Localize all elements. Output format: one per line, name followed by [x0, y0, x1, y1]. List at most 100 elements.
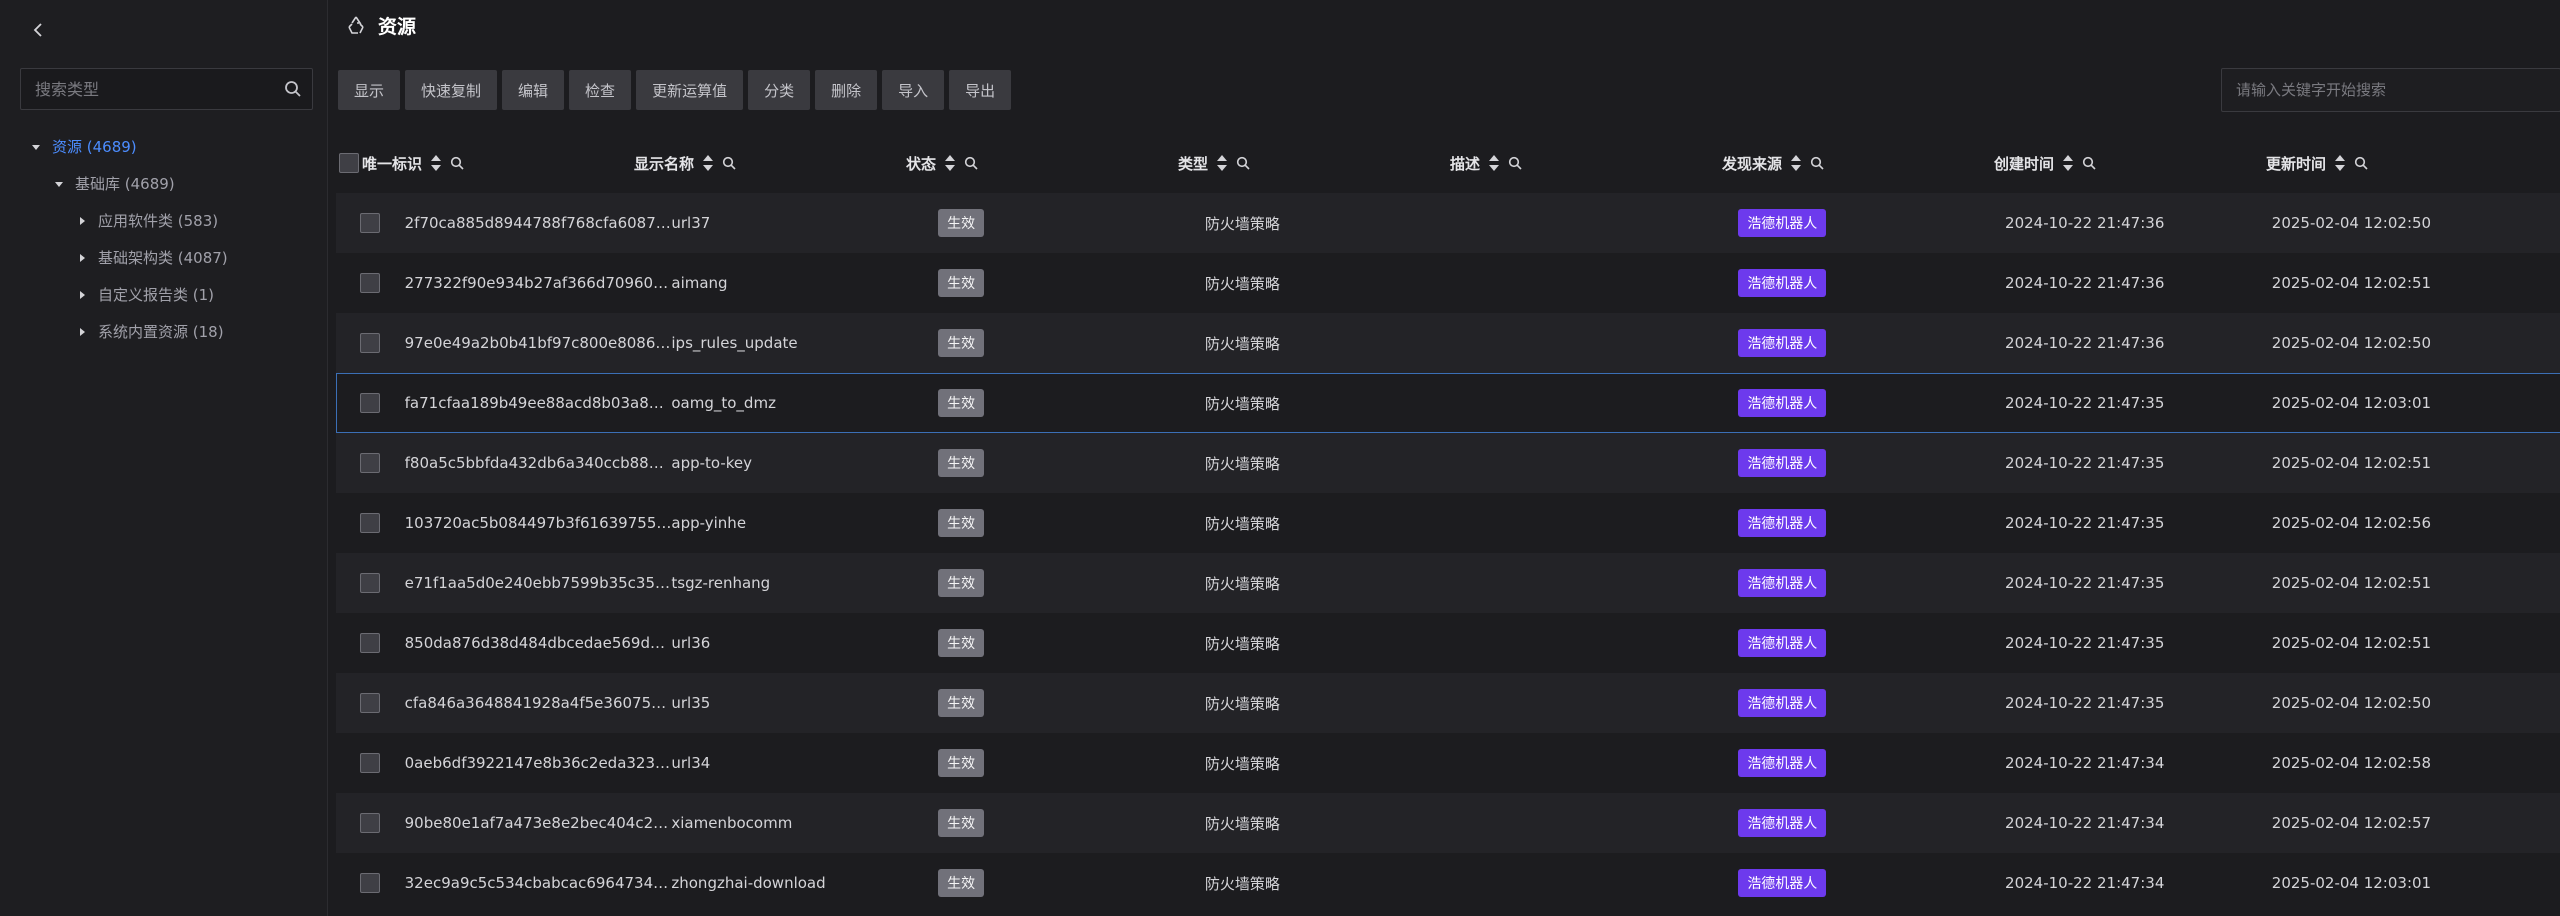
row-checkbox[interactable]	[360, 753, 381, 773]
row-checkbox[interactable]	[360, 693, 381, 713]
table-cell-name: url36	[671, 634, 711, 652]
caret-down-icon[interactable]	[28, 139, 44, 155]
sort-icon[interactable]	[702, 154, 714, 172]
search-icon[interactable]	[722, 156, 736, 170]
tree-node-label: 系统内置资源 (18)	[98, 323, 224, 341]
table-row[interactable]: 0aeb6df3922147e8b36c2eda32345… url34 生效 防火墙…	[336, 733, 2560, 793]
search-icon[interactable]	[1236, 156, 1250, 170]
type-search-input[interactable]	[21, 79, 274, 99]
toolbar-button[interactable]: 快速复制	[405, 70, 498, 110]
back-button[interactable]	[28, 20, 48, 40]
row-checkbox[interactable]	[360, 393, 381, 413]
row-checkbox-cell	[336, 573, 405, 593]
row-checkbox[interactable]	[360, 813, 381, 833]
table-cell-name: xiamenbocomm	[671, 814, 793, 832]
table-row[interactable]: 277322f90e934b27af366d7096063… aimang 生效 防火…	[336, 253, 2560, 313]
table-cell-id: 277322f90e934b27af366d7096063…	[404, 274, 672, 292]
tree-node[interactable]: 基础架构类 (4087)	[0, 239, 327, 276]
table-cell-type: 防火墙策略	[1204, 874, 1280, 893]
caret-down-icon[interactable]	[51, 176, 67, 192]
toolbar-button[interactable]: 分类	[748, 70, 811, 110]
table-row[interactable]: 850da876d38d484dbcedae569dee… url36 生效 防火墙策…	[336, 613, 2560, 673]
sort-icon[interactable]	[2334, 154, 2346, 172]
sort-icon[interactable]	[1216, 154, 1228, 172]
status-badge: 生效	[938, 449, 985, 477]
table-row[interactable]: 32ec9a9c5c534cbabcac69647348a… zhongzhai-…	[336, 853, 2560, 913]
row-checkbox[interactable]	[360, 873, 381, 893]
row-checkbox-cell	[336, 873, 405, 893]
table-row[interactable]: 2f70ca885d8944788f768cfa608793ed url37 生效 防…	[336, 193, 2560, 253]
caret-right-icon[interactable]	[74, 324, 90, 340]
column-header-label: 状态	[906, 154, 937, 173]
tree-node-label: 自定义报告类 (1)	[98, 286, 215, 304]
row-checkbox[interactable]	[360, 633, 381, 653]
toolbar-button[interactable]: 更新运算值	[636, 70, 744, 110]
tree-node[interactable]: 基础库 (4689)	[0, 165, 327, 202]
search-icon[interactable]	[2082, 156, 2096, 170]
table-cell-status: 生效	[938, 869, 1205, 897]
search-icon[interactable]	[450, 156, 464, 170]
table-cell-created: 2024-10-22 21:47:34	[2005, 814, 2165, 832]
search-icon[interactable]	[1810, 156, 1824, 170]
row-checkbox[interactable]	[360, 333, 381, 353]
table-cell-type: 防火墙策略	[1204, 814, 1280, 833]
table-cell-source: 浩德机器人	[1738, 509, 2005, 537]
row-checkbox-cell	[336, 633, 405, 653]
caret-right-icon[interactable]	[74, 213, 90, 229]
select-all-checkbox[interactable]	[339, 153, 359, 173]
search-icon[interactable]	[964, 156, 978, 170]
table-cell-type: 防火墙策略	[1204, 454, 1280, 473]
row-checkbox[interactable]	[360, 573, 381, 593]
table-cell-updated: 2025-02-04 12:03:01	[2271, 394, 2432, 412]
search-icon[interactable]	[2354, 156, 2368, 170]
toolbar-button[interactable]: 导出	[949, 70, 1012, 110]
row-checkbox[interactable]	[360, 273, 381, 293]
table-cell-status: 生效	[938, 629, 1205, 657]
table-row[interactable]: e71f1aa5d0e240ebb7599b35c35d0… tsgz-renha…	[336, 553, 2560, 613]
row-checkbox[interactable]	[360, 513, 381, 533]
sort-icon[interactable]	[1488, 154, 1500, 172]
search-icon[interactable]	[1508, 156, 1522, 170]
tree-node[interactable]: 自定义报告类 (1)	[0, 276, 327, 313]
tree-node-label: 资源 (4689)	[52, 138, 137, 156]
caret-right-icon[interactable]	[74, 287, 90, 303]
sidebar: 资源 (4689) 基础库 (4689) 应用软件类 (583) 基础架构类 (408…	[0, 0, 328, 916]
table-row[interactable]: cfa846a3648841928a4f5e3607527… url35 生效 防火墙…	[336, 673, 2560, 733]
table-cell-created: 2024-10-22 21:47:36	[2005, 214, 2165, 232]
sort-icon[interactable]	[430, 154, 442, 172]
sort-icon[interactable]	[2062, 154, 2074, 172]
toolbar-button[interactable]: 检查	[569, 70, 632, 110]
status-badge: 生效	[938, 809, 985, 837]
table-row[interactable]: 103720ac5b084497b3f616397559e… app-yinhe 生…	[336, 493, 2560, 553]
toolbar-button[interactable]: 编辑	[502, 70, 565, 110]
sort-icon[interactable]	[944, 154, 956, 172]
sort-icon[interactable]	[1790, 154, 1802, 172]
tree-node[interactable]: 系统内置资源 (18)	[0, 313, 327, 350]
toolbar-button[interactable]: 导入	[882, 70, 945, 110]
keyword-search-box	[2221, 68, 2560, 112]
table-cell-type: 防火墙策略	[1204, 394, 1280, 413]
column-header: 唯一标识	[362, 153, 634, 174]
tree-node[interactable]: 资源 (4689)	[0, 128, 327, 165]
source-badge: 浩德机器人	[1738, 269, 1827, 297]
search-icon[interactable]	[274, 69, 312, 109]
table-cell-source: 浩德机器人	[1738, 209, 2005, 237]
table-cell-created: 2024-10-22 21:47:36	[2005, 334, 2165, 352]
category-tree: 资源 (4689) 基础库 (4689) 应用软件类 (583) 基础架构类 (408…	[0, 128, 327, 350]
table-cell-created: 2024-10-22 21:47:35	[2005, 694, 2165, 712]
table-cell-status: 生效	[938, 389, 1205, 417]
row-checkbox[interactable]	[360, 213, 381, 233]
toolbar-button[interactable]: 删除	[815, 70, 878, 110]
caret-right-icon[interactable]	[74, 250, 90, 266]
table-row[interactable]: f80a5c5bbfda432db6a340ccb8858… app-to-key…	[336, 433, 2560, 493]
table-row[interactable]: 97e0e49a2b0b41bf97c800e808677… ips_rules_…	[336, 313, 2560, 373]
keyword-search-input[interactable]	[2222, 69, 2560, 111]
table-row[interactable]: fa71cfaa189b49ee88acd8b03a88b… oamg_to_dm…	[336, 373, 2560, 433]
toolbar-button[interactable]: 显示	[338, 70, 401, 110]
tree-node[interactable]: 应用软件类 (583)	[0, 202, 327, 239]
column-header-label: 描述	[1450, 154, 1481, 173]
row-checkbox[interactable]	[360, 453, 381, 473]
table-cell-type: 防火墙策略	[1204, 214, 1280, 233]
table-row[interactable]: 90be80e1af7a473e8e2bec404c2c1… xiamenboco…	[336, 793, 2560, 853]
table-cell-name: aimang	[671, 274, 728, 292]
